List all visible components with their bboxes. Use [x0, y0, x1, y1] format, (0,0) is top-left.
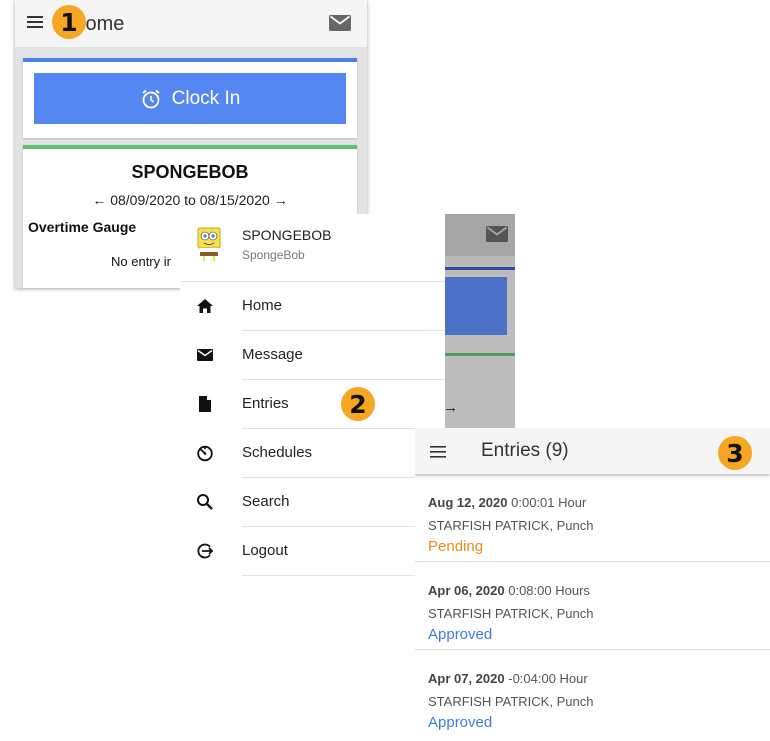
entry-list-item[interactable]: Aug 12, 2020 0:00:01 Hour STARFISH PATRI… [415, 474, 770, 562]
step-badge-3: 3 [718, 436, 752, 470]
mail-icon [486, 226, 508, 242]
drawer-item-search[interactable]: Search [180, 478, 445, 527]
drawer-item-logout[interactable]: Logout [180, 527, 445, 576]
drawer-item-label: Schedules [242, 444, 313, 461]
step-badge-1: 1 [52, 5, 86, 39]
dimmed-blue-line [442, 267, 515, 270]
navigation-drawer: SPONGEBOB SpongeBob Home Message Entries… [180, 214, 445, 596]
entry-list-item[interactable]: Apr 06, 2020 0:08:00 Hours STARFISH PATR… [415, 562, 770, 650]
entry-summary: Aug 12, 2020 0:00:01 Hour [428, 495, 586, 510]
drawer-item-label: Search [242, 493, 290, 510]
drawer-item-schedules[interactable]: Schedules [180, 429, 445, 478]
menu-icon[interactable] [27, 15, 43, 29]
menu-icon[interactable] [430, 446, 446, 458]
dimmed-next-arrow: → [443, 399, 458, 416]
employee-name: SPONGEBOB [131, 162, 249, 182]
step-badge-2: 2 [341, 387, 375, 421]
drawer-item-entries[interactable]: Entries [180, 380, 445, 429]
drawer-item-label: Message [242, 346, 303, 363]
entry-summary: Apr 07, 2020 -0:04:00 Hour [428, 671, 588, 686]
drawer-item-home[interactable]: Home [180, 282, 445, 331]
dimmed-green-line [442, 353, 515, 356]
drawer-user-name: SPONGEBOB [242, 227, 332, 243]
clock-card: Clock In [23, 58, 357, 138]
entry-duration: 0:08:00 Hours [508, 583, 590, 598]
entries-screen: Entries (9) Aug 12, 2020 0:00:01 Hour ST… [415, 428, 770, 741]
entry-summary: Apr 06, 2020 0:08:00 Hours [428, 583, 590, 598]
dimmed-clock-button [442, 277, 507, 335]
home-icon [197, 299, 213, 313]
entry-status: Approved [428, 626, 493, 643]
next-week-arrow[interactable]: → [274, 192, 288, 208]
entry-employee: STARFISH PATRICK, Punch [428, 694, 594, 709]
drawer-item-label: Logout [242, 542, 288, 559]
mail-icon [197, 349, 213, 361]
drawer-username: SpongeBob [242, 248, 305, 262]
spongebob-avatar [197, 227, 221, 261]
entry-status: Approved [428, 714, 493, 731]
mail-icon[interactable] [329, 15, 351, 31]
entry-date: Apr 07, 2020 [428, 671, 505, 686]
logout-icon [197, 543, 214, 559]
timer-icon [197, 445, 213, 462]
entry-duration: -0:04:00 Hour [508, 671, 588, 686]
file-icon [199, 396, 211, 412]
overtime-gauge-label: Overtime Gauge [28, 219, 137, 235]
prev-week-arrow[interactable]: ← [92, 192, 106, 208]
entry-date: Aug 12, 2020 [428, 495, 508, 510]
entry-employee: STARFISH PATRICK, Punch [428, 606, 594, 621]
date-range-text: 08/09/2020 to 08/15/2020 [110, 192, 270, 208]
entry-status: Pending [428, 538, 484, 555]
page-title: Entries (9) [481, 440, 569, 461]
app-bar: Entries (9) [415, 428, 770, 474]
alarm-clock-icon [142, 89, 160, 108]
drawer-item-message[interactable]: Message [180, 331, 445, 380]
drawer-item-label: Home [242, 297, 283, 314]
no-entry-text: No entry ir [111, 254, 171, 269]
drawer-item-label: Entries [242, 395, 289, 412]
entry-employee: STARFISH PATRICK, Punch [428, 518, 594, 533]
entry-date: Apr 06, 2020 [428, 583, 505, 598]
clock-in-button[interactable]: Clock In [34, 73, 346, 124]
date-range: ← 08/09/2020 to 08/15/2020 → [23, 192, 357, 208]
clock-in-label: Clock In [171, 87, 241, 109]
entry-list-item[interactable]: Apr 07, 2020 -0:04:00 Hour STARFISH PATR… [415, 650, 770, 738]
entry-duration: 0:00:01 Hour [511, 495, 587, 510]
search-icon [197, 494, 213, 510]
